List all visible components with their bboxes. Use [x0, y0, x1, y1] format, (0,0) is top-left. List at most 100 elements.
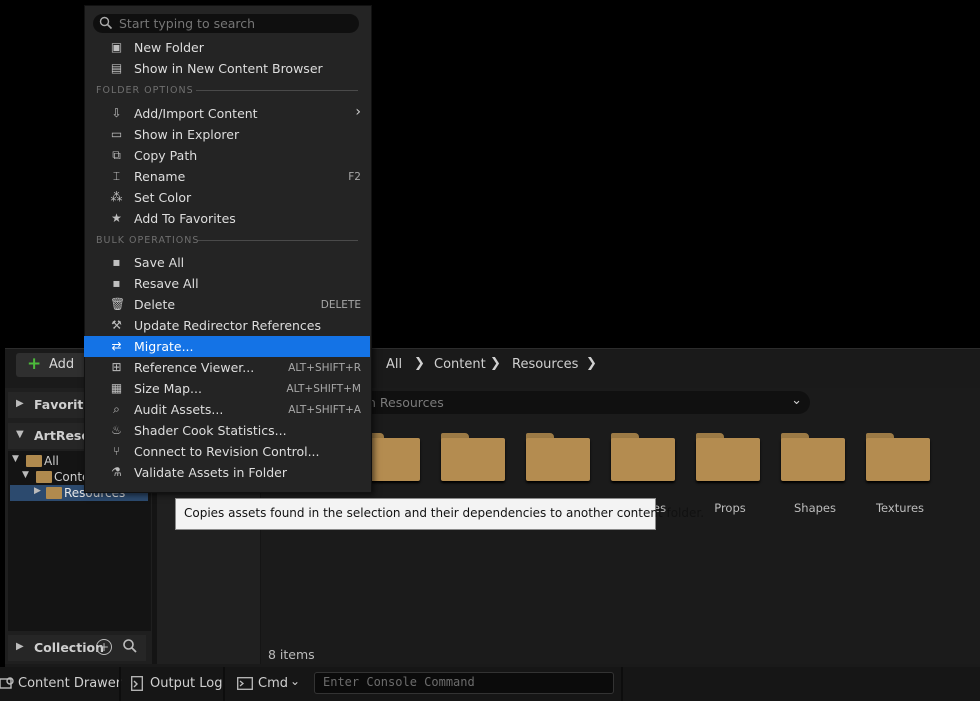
add-button-label: Add [49, 357, 75, 372]
menu-item-show-in-explorer[interactable]: ▭ Show in Explorer [84, 124, 370, 145]
menu-item-audit-assets[interactable]: ⌕ Audit Assets... ALT+SHIFT+A [84, 399, 370, 420]
breadcrumb-item-all[interactable]: All [386, 357, 402, 372]
menu-item-label: New Folder [134, 40, 204, 55]
reference-viewer-icon: ⊞ [111, 360, 122, 374]
menu-item-resave-all[interactable]: ▪ Resave All [84, 273, 370, 294]
chevron-right-icon[interactable]: ❯ [414, 356, 425, 371]
menu-item-validate-assets-in-folder[interactable]: ⚗ Validate Assets in Folder [84, 462, 370, 483]
breadcrumb-item-resources[interactable]: Resources [512, 357, 578, 372]
menu-item-label: Reference Viewer... [134, 360, 255, 375]
search-icon[interactable] [122, 638, 138, 654]
item-count: 8 items [268, 647, 315, 662]
output-log-label: Output Log [150, 676, 223, 691]
chevron-right-icon: › [355, 104, 361, 120]
menu-item-add-import-content[interactable]: ⇩ Add/Import Content › [84, 103, 370, 124]
collections-label: Collection [34, 640, 104, 655]
cmd-label: Cmd [258, 676, 288, 691]
import-icon: ⇩ [111, 106, 122, 120]
menu-item-save-all[interactable]: ▪ Save All [84, 252, 370, 273]
chevron-down-icon: ⌄ [290, 674, 301, 688]
folder-tile[interactable] [611, 433, 675, 481]
menu-search-input[interactable]: Start typing to search [93, 14, 359, 33]
menu-item-show-in-new-content-browser[interactable]: ▤ Show in New Content Browser [84, 58, 370, 79]
menu-item-label: Save All [134, 255, 185, 270]
collapse-arrow-icon: ▼ [12, 454, 19, 464]
plus-icon: + [27, 354, 42, 374]
breadcrumb-item-content[interactable]: Content [434, 357, 486, 372]
shader-icon: ♨ [111, 423, 122, 437]
menu-item-connect-to-revision-control[interactable]: ⑂ Connect to Revision Control... [84, 441, 370, 462]
chevron-right-icon[interactable]: ❯ [586, 356, 597, 371]
menu-item-label: Size Map... [134, 381, 202, 396]
save-icon: ▪ [112, 276, 121, 290]
menu-item-label: Update Redirector References [134, 318, 322, 333]
menu-item-label: Validate Assets in Folder [134, 465, 287, 480]
menu-item-shader-cook-statistics[interactable]: ♨ Shader Cook Statistics... [84, 420, 370, 441]
menu-item-label: Show in New Content Browser [134, 61, 323, 76]
save-icon: ▪ [112, 255, 121, 269]
search-icon [99, 16, 113, 30]
folder-label: Textures [875, 501, 925, 515]
menu-item-label: Add To Favorites [134, 211, 236, 226]
divider [223, 667, 225, 701]
menu-search-placeholder: Start typing to search [119, 16, 256, 31]
asset-search-input[interactable]: h Resources ⌄ [340, 391, 810, 414]
output-log-icon [131, 676, 143, 691]
add-collection-icon[interactable]: + [96, 639, 112, 655]
expand-arrow-icon: ▶ [16, 398, 24, 409]
menu-item-label: Set Color [134, 190, 192, 205]
menu-item-reference-viewer[interactable]: ⊞ Reference Viewer... ALT+SHIFT+R [84, 357, 370, 378]
chevron-right-icon[interactable]: ❯ [490, 356, 501, 371]
collapse-arrow-icon: ▼ [16, 429, 24, 440]
bulk-operations-header: BULK OPERATIONS [96, 235, 200, 246]
menu-item-size-map[interactable]: ▦ Size Map... ALT+SHIFT+M [84, 378, 370, 399]
folder-label: Shapes [793, 501, 836, 515]
content-browser-icon: ▤ [110, 61, 123, 75]
menu-item-label: Audit Assets... [134, 402, 224, 417]
divider [119, 667, 121, 701]
content-drawer-icon [0, 676, 14, 690]
wrench-icon: ⚒ [111, 318, 122, 332]
console-placeholder: Enter Console Command [323, 675, 475, 689]
shortcut-label: ALT+SHIFT+R [288, 362, 361, 374]
add-button[interactable]: + Add [16, 353, 86, 377]
new-folder-icon: ▣ [110, 40, 123, 54]
rename-icon: ⌶ [112, 169, 121, 183]
tooltip-text: Copies assets found in the selection and… [184, 506, 705, 520]
menu-item-migrate[interactable]: ⇄ Migrate... [84, 336, 370, 357]
menu-item-add-to-favorites[interactable]: ★ Add To Favorites [84, 208, 370, 229]
revision-control-icon: ⑂ [112, 444, 121, 458]
audit-icon: ⌕ [113, 402, 120, 416]
collapse-arrow-icon: ▼ [22, 470, 29, 480]
folder-tile[interactable] [781, 433, 845, 481]
folder-tile[interactable] [526, 433, 590, 481]
menu-item-label: Copy Path [134, 148, 198, 163]
menu-item-label: Shader Cook Statistics... [134, 423, 287, 438]
folder-tile[interactable] [696, 433, 760, 481]
menu-item-rename[interactable]: ⌶ Rename F2 [84, 166, 370, 187]
content-drawer-label: Content Drawer [18, 676, 122, 691]
menu-item-new-folder[interactable]: ▣ New Folder [84, 37, 370, 58]
menu-item-delete[interactable]: 🗑 Delete DELETE [84, 294, 370, 315]
menu-item-update-redirector-references[interactable]: ⚒ Update Redirector References [84, 315, 370, 336]
folder-icon [36, 471, 52, 483]
collections-section-header[interactable]: ▶ Collection + [8, 635, 146, 661]
divider [198, 240, 358, 241]
console-command-input[interactable]: Enter Console Command [314, 672, 614, 694]
menu-item-label: Add/Import Content [134, 106, 258, 121]
trash-icon: 🗑 [110, 297, 126, 311]
size-map-icon: ▦ [110, 381, 123, 395]
chevron-down-icon[interactable]: ⌄ [791, 393, 802, 408]
tree-item-label: All [44, 454, 59, 468]
flask-icon: ⚗ [111, 465, 122, 479]
folder-tile[interactable] [866, 433, 930, 481]
menu-item-copy-path[interactable]: ⧉ Copy Path [84, 145, 370, 166]
menu-item-label: Resave All [134, 276, 199, 291]
expand-arrow-icon: ▶ [34, 486, 41, 496]
menu-item-set-color[interactable]: ⁂ Set Color [84, 187, 370, 208]
folder-options-header: FOLDER OPTIONS [96, 85, 194, 96]
divider [621, 667, 623, 701]
menu-item-label: Connect to Revision Control... [134, 444, 320, 459]
menu-item-label: Delete [134, 297, 176, 312]
folder-tile[interactable] [441, 433, 505, 481]
